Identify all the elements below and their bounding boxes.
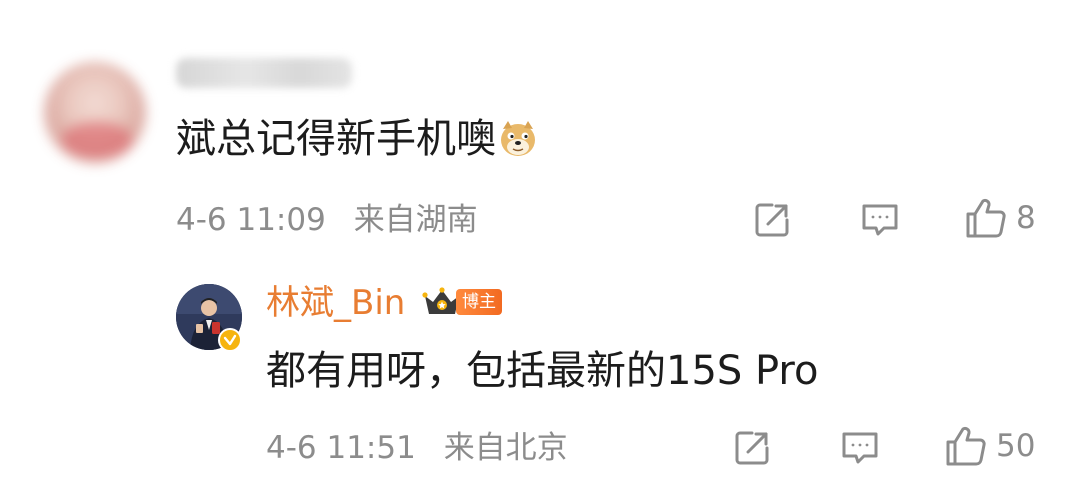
replier-username[interactable]: 林斌_Bin (266, 280, 405, 326)
blogger-badge: 博主 (456, 289, 502, 315)
avatar-blur-detail (62, 122, 132, 158)
comment-text: 斌总记得新手机噢 (176, 112, 538, 166)
comment-meta: 4-6 11:09 来自湖南 (176, 198, 478, 242)
commenter-avatar[interactable] (44, 62, 146, 164)
verified-badge-icon (218, 328, 242, 352)
commenter-username-blurred[interactable] (176, 58, 352, 88)
comment-like-button[interactable]: 8 (964, 196, 1036, 240)
reply-reply-button[interactable] (840, 428, 880, 468)
share-icon (755, 203, 789, 237)
reply-meta: 4-6 11:51 来自北京 (266, 426, 568, 470)
reply-like-count: 50 (996, 428, 1036, 464)
comment-icon (862, 204, 898, 236)
comment-icon (842, 432, 878, 464)
comment-date: 4-6 11:09 (176, 202, 326, 238)
reply-text: 都有用呀，包括最新的15S Pro (266, 348, 819, 394)
reply-share-button[interactable] (732, 428, 772, 468)
comment-like-count: 8 (1016, 200, 1036, 236)
doge-emoji-icon (501, 121, 535, 156)
thumbs-up-icon (966, 198, 1006, 238)
reply-location: 来自北京 (443, 430, 568, 466)
comment-reply-button[interactable] (860, 200, 900, 240)
thumbs-up-icon (946, 426, 986, 466)
comment-location: 来自湖南 (353, 202, 478, 238)
comment-body: 斌总记得新手机噢 (176, 116, 496, 162)
reply-date: 4-6 11:51 (266, 430, 416, 466)
share-icon (735, 431, 769, 465)
comment-share-button[interactable] (752, 200, 792, 240)
reply-like-button[interactable]: 50 (944, 424, 1035, 468)
